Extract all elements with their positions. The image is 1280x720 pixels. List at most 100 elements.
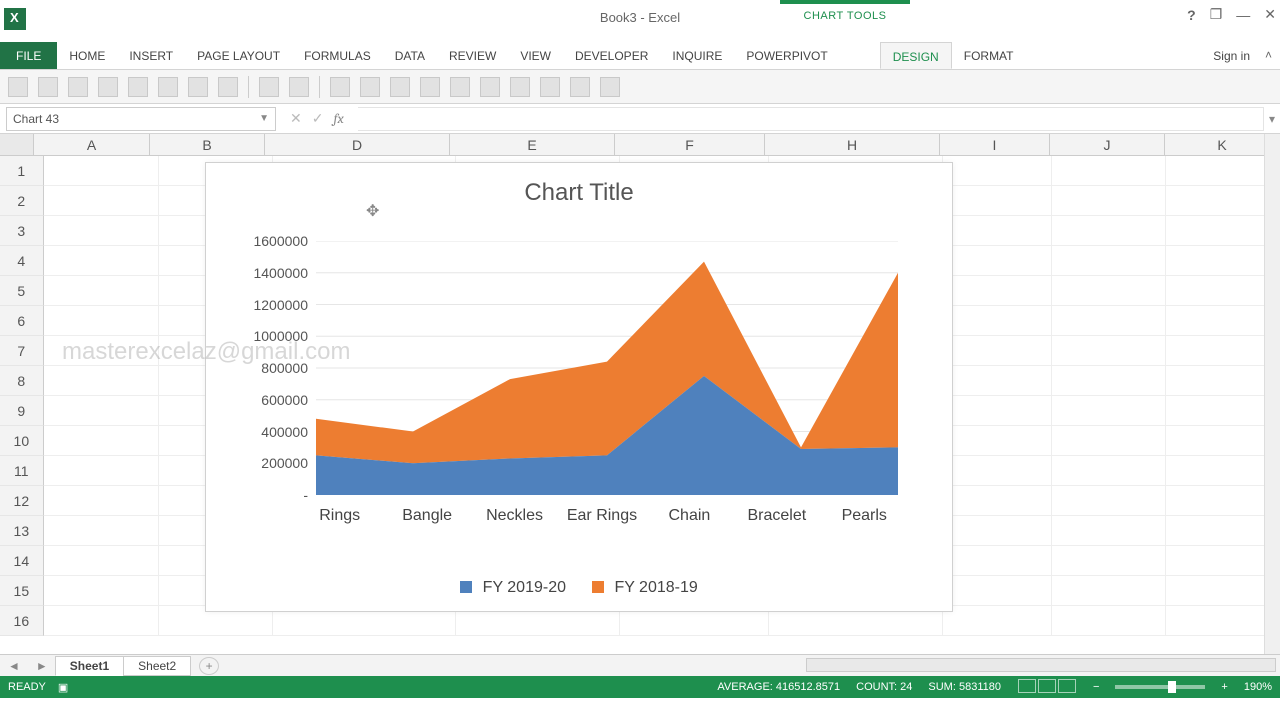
column-header[interactable]: I [940,134,1050,155]
cell[interactable] [44,426,159,456]
name-box[interactable]: Chart 43 ▼ [6,107,276,131]
cell[interactable] [1166,366,1280,396]
cell[interactable] [943,216,1052,246]
cell[interactable] [943,576,1052,606]
macro-record-icon[interactable]: ▣ [58,681,68,694]
row-header[interactable]: 16 [0,606,44,636]
add-sheet-button[interactable]: + [199,657,219,675]
cell[interactable] [1166,306,1280,336]
tab-formulas[interactable]: FORMULAS [292,42,383,69]
cell[interactable] [1166,336,1280,366]
qat-button[interactable] [330,77,350,97]
row-header[interactable]: 6 [0,306,44,336]
qat-button[interactable] [600,77,620,97]
enter-icon[interactable]: ✓ [312,110,324,127]
sheet-nav-prev-icon[interactable]: ◄ [0,659,28,673]
qat-button[interactable] [480,77,500,97]
cell[interactable] [943,456,1052,486]
qat-button[interactable] [420,77,440,97]
row-header[interactable]: 2 [0,186,44,216]
qat-button[interactable] [218,77,238,97]
help-icon[interactable]: ? [1187,7,1196,23]
row-header[interactable]: 7 [0,336,44,366]
cell[interactable] [943,366,1052,396]
cell[interactable] [1052,576,1166,606]
tab-insert[interactable]: INSERT [117,42,185,69]
cell[interactable] [44,306,159,336]
zoom-slider[interactable] [1115,685,1205,689]
cell[interactable] [943,156,1052,186]
tab-design[interactable]: DESIGN [880,42,952,69]
row-header[interactable]: 8 [0,366,44,396]
row-header[interactable]: 3 [0,216,44,246]
collapse-ribbon-icon[interactable]: ˄ [1265,48,1272,62]
qat-button[interactable] [450,77,470,97]
cell[interactable] [44,396,159,426]
select-all-corner[interactable] [0,134,34,155]
horizontal-scrollbar[interactable] [806,658,1276,672]
column-header[interactable]: H [765,134,940,155]
column-header[interactable]: E [450,134,615,155]
worksheet-grid[interactable]: ABDEFHIJK 12345678910111213141516 master… [0,134,1280,654]
row-header[interactable]: 5 [0,276,44,306]
tab-data[interactable]: DATA [383,42,437,69]
tab-format[interactable]: FORMAT [952,42,1026,69]
cell[interactable] [1166,396,1280,426]
cell[interactable] [943,546,1052,576]
tab-file[interactable]: FILE [0,42,57,69]
qat-button[interactable] [510,77,530,97]
sheet-nav-next-icon[interactable]: ► [28,659,56,673]
cell[interactable] [1052,366,1166,396]
fx-icon[interactable]: fx [333,110,343,127]
cell[interactable] [1052,486,1166,516]
column-header[interactable]: A [34,134,150,155]
cell[interactable] [1052,246,1166,276]
cell[interactable] [1052,306,1166,336]
cell[interactable] [1052,606,1166,636]
cancel-icon[interactable]: ✕ [290,110,302,127]
tab-page-layout[interactable]: PAGE LAYOUT [185,42,292,69]
cell[interactable] [943,306,1052,336]
cell[interactable] [44,456,159,486]
tab-view[interactable]: VIEW [508,42,563,69]
qat-button[interactable] [98,77,118,97]
cell[interactable] [1166,486,1280,516]
cell[interactable] [44,366,159,396]
row-header[interactable]: 14 [0,546,44,576]
chart-title[interactable]: Chart Title [206,179,952,207]
chevron-down-icon[interactable]: ▼ [259,113,269,124]
legend[interactable]: FY 2019-20 FY 2018-19 [206,579,952,597]
qat-button[interactable] [259,77,279,97]
row-header[interactable]: 12 [0,486,44,516]
cell[interactable] [1052,546,1166,576]
restore-icon[interactable]: ❐ [1210,6,1223,23]
zoom-level[interactable]: 190% [1244,681,1272,693]
row-header[interactable]: 10 [0,426,44,456]
column-header[interactable]: J [1050,134,1165,155]
cell[interactable] [44,336,159,366]
cell[interactable] [44,186,159,216]
vertical-scrollbar[interactable] [1264,134,1280,654]
cell[interactable] [1052,336,1166,366]
cell[interactable] [1166,156,1280,186]
cell[interactable] [943,276,1052,306]
area-series-2[interactable] [316,262,898,464]
expand-formula-icon[interactable]: ▾ [1264,112,1280,126]
cell[interactable] [1052,396,1166,426]
column-header[interactable]: D [265,134,450,155]
qat-button[interactable] [360,77,380,97]
plot-area[interactable] [316,241,898,495]
row-header[interactable]: 15 [0,576,44,606]
cell[interactable] [943,606,1052,636]
chart-object[interactable]: Chart Title ✥ 16000001400000120000010000… [205,162,953,612]
legend-item[interactable]: FY 2019-20 [460,579,566,597]
cell[interactable] [44,276,159,306]
column-header[interactable]: K [1165,134,1280,155]
row-header[interactable]: 11 [0,456,44,486]
cell[interactable] [1166,606,1280,636]
sheet-tab[interactable]: Sheet1 [55,656,124,676]
tab-developer[interactable]: DEVELOPER [563,42,660,69]
row-header[interactable]: 1 [0,156,44,186]
cell[interactable] [1166,246,1280,276]
zoom-in-button[interactable]: + [1221,681,1227,693]
